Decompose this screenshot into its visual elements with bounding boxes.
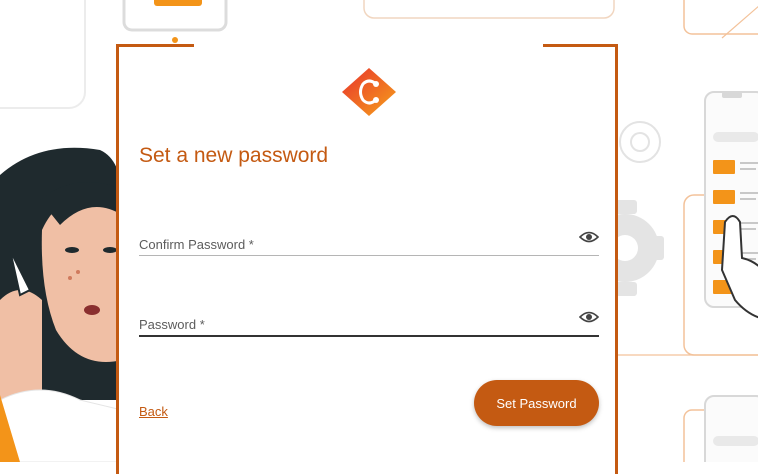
- bg-frame-top: [363, 0, 615, 19]
- card-border-right: [543, 44, 618, 47]
- confirm-password-underline: [139, 255, 599, 256]
- password-input[interactable]: [139, 308, 559, 336]
- bg-panel: [0, 0, 86, 109]
- confirm-password-input[interactable]: [139, 228, 559, 256]
- back-link[interactable]: Back: [139, 404, 168, 419]
- brand-logo-icon: [342, 68, 396, 116]
- confirm-password-field[interactable]: [139, 228, 599, 256]
- bg-phone-bottom: [704, 395, 758, 462]
- bg-phone-notch: [722, 92, 742, 98]
- page-title: Set a new password: [139, 144, 329, 167]
- bg-gear-outline: [619, 121, 661, 163]
- bg-line: [721, 5, 758, 39]
- bg-search: [713, 132, 758, 142]
- set-password-button[interactable]: Set Password: [474, 380, 599, 426]
- password-field[interactable]: [139, 308, 599, 337]
- eye-icon[interactable]: [579, 310, 599, 324]
- bg-dot: [172, 37, 178, 43]
- bg-person: [0, 147, 123, 462]
- bg-search-2: [713, 436, 758, 446]
- card-border-left: [116, 44, 194, 47]
- password-underline: [139, 335, 599, 337]
- eye-icon[interactable]: [579, 230, 599, 244]
- bg-phone-button: [154, 0, 202, 6]
